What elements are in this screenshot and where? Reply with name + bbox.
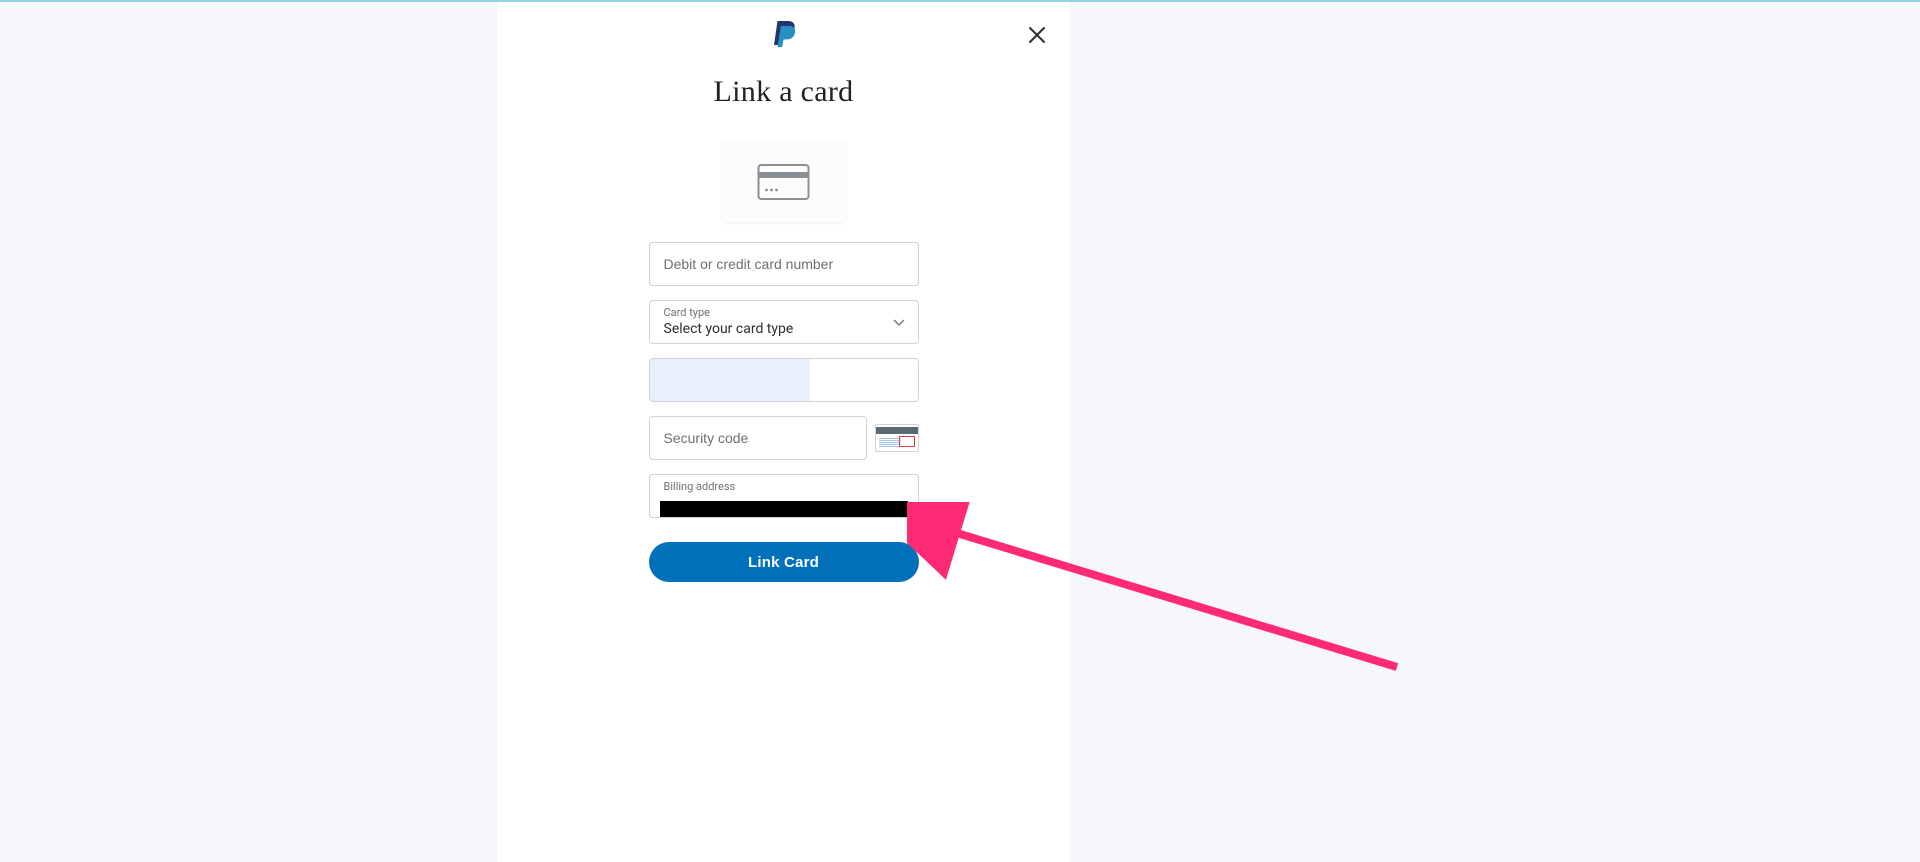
billing-address-select[interactable]: Billing address bbox=[649, 474, 919, 518]
card-number-field[interactable] bbox=[649, 242, 919, 286]
credit-card-icon bbox=[758, 164, 810, 200]
paypal-logo-icon bbox=[771, 20, 797, 50]
chevron-down-icon bbox=[892, 315, 906, 329]
security-code-field[interactable] bbox=[649, 416, 867, 460]
viewport: Close Link a card Card type Select your … bbox=[0, 0, 1920, 862]
card-number-input[interactable] bbox=[650, 243, 918, 285]
security-code-row bbox=[649, 416, 919, 460]
link-card-button[interactable]: Link Card bbox=[649, 542, 919, 582]
card-type-select[interactable]: Card type Select your card type bbox=[649, 300, 919, 344]
redacted-address bbox=[660, 501, 908, 517]
autofill-highlight bbox=[650, 359, 811, 401]
billing-address-label: Billing address bbox=[664, 480, 736, 493]
security-code-input[interactable] bbox=[650, 417, 866, 459]
expiration-field[interactable] bbox=[649, 358, 919, 402]
page-title: Link a card bbox=[497, 75, 1070, 109]
link-card-form: Card type Select your card type bbox=[649, 242, 919, 582]
card-type-label: Card type bbox=[664, 306, 711, 319]
card-illustration bbox=[721, 142, 846, 222]
cvv-hint-icon bbox=[875, 424, 919, 452]
close-button[interactable]: Close bbox=[1026, 24, 1048, 46]
link-card-modal: Close Link a card Card type Select your … bbox=[497, 2, 1070, 862]
card-type-value: Select your card type bbox=[664, 321, 794, 337]
